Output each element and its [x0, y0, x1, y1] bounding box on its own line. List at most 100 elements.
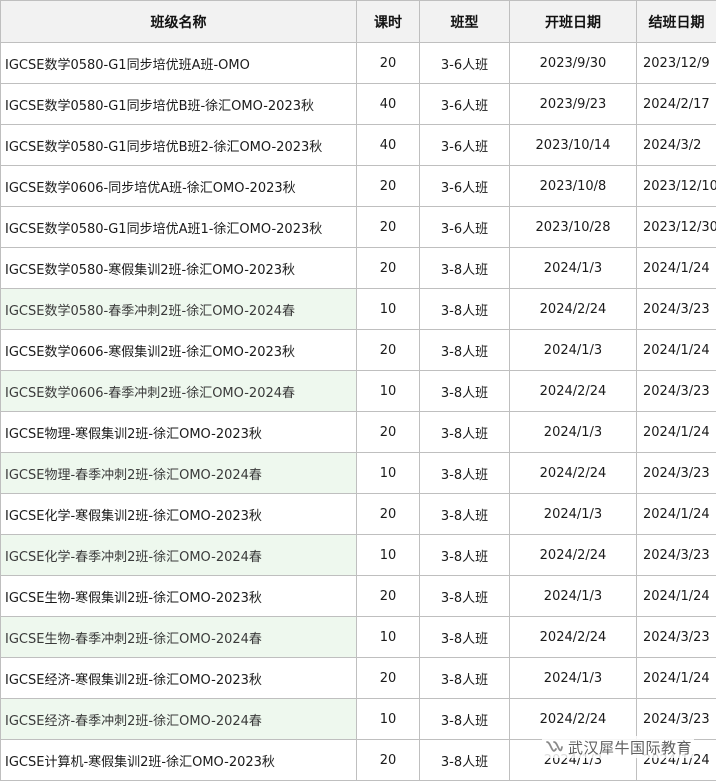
cell-class-name: IGCSE生物-春季冲刺2班-徐汇OMO-2024春 [1, 617, 357, 658]
cell-class-type: 3-8人班 [420, 658, 510, 699]
cell-class-name: IGCSE物理-春季冲刺2班-徐汇OMO-2024春 [1, 453, 357, 494]
cell-start-date: 2024/1/3 [510, 494, 637, 535]
cell-hours: 40 [357, 84, 420, 125]
cell-class-name: IGCSE数学0606-同步培优A班-徐汇OMO-2023秋 [1, 166, 357, 207]
cell-class-type: 3-8人班 [420, 453, 510, 494]
cell-hours: 10 [357, 699, 420, 740]
class-schedule-table: 班级名称 课时 班型 开班日期 结班日期 IGCSE数学0580-G1同步培优班… [0, 0, 716, 781]
header-start-date: 开班日期 [510, 1, 637, 43]
cell-end-date: 2024/3/23 [637, 535, 716, 576]
cell-class-name: IGCSE计算机-寒假集训2班-徐汇OMO-2023秋 [1, 740, 357, 781]
cell-class-type: 3-6人班 [420, 125, 510, 166]
cell-end-date: 2024/1/24 [637, 248, 716, 289]
cell-end-date: 2024/3/23 [637, 617, 716, 658]
cell-class-name: IGCSE数学0606-春季冲刺2班-徐汇OMO-2024春 [1, 371, 357, 412]
cell-class-name: IGCSE数学0580-春季冲刺2班-徐汇OMO-2024春 [1, 289, 357, 330]
cell-end-date: 2024/3/2 [637, 125, 716, 166]
cell-start-date: 2023/9/23 [510, 84, 637, 125]
cell-hours: 20 [357, 248, 420, 289]
cell-class-type: 3-6人班 [420, 43, 510, 84]
cell-end-date: 2024/3/23 [637, 289, 716, 330]
cell-hours: 20 [357, 330, 420, 371]
cell-class-type: 3-8人班 [420, 740, 510, 781]
table-row: IGCSE数学0580-寒假集训2班-徐汇OMO-2023秋203-8人班202… [1, 248, 716, 289]
cell-hours: 20 [357, 166, 420, 207]
cell-class-type: 3-6人班 [420, 207, 510, 248]
cell-class-type: 3-8人班 [420, 371, 510, 412]
cell-class-type: 3-8人班 [420, 699, 510, 740]
cell-class-type: 3-8人班 [420, 535, 510, 576]
cell-class-type: 3-8人班 [420, 289, 510, 330]
cell-start-date: 2024/2/24 [510, 453, 637, 494]
table-row: IGCSE数学0580-G1同步培优B班-徐汇OMO-2023秋403-6人班2… [1, 84, 716, 125]
cell-class-name: IGCSE数学0606-寒假集训2班-徐汇OMO-2023秋 [1, 330, 357, 371]
table-row: IGCSE物理-春季冲刺2班-徐汇OMO-2024春103-8人班2024/2/… [1, 453, 716, 494]
cell-start-date: 2024/1/3 [510, 412, 637, 453]
cell-start-date: 2023/9/30 [510, 43, 637, 84]
cell-class-type: 3-8人班 [420, 617, 510, 658]
cell-start-date: 2024/2/24 [510, 535, 637, 576]
table-row: IGCSE数学0580-G1同步培优A班1-徐汇OMO-2023秋203-6人班… [1, 207, 716, 248]
cell-end-date: 2024/1/24 [637, 658, 716, 699]
cell-class-type: 3-6人班 [420, 166, 510, 207]
header-class-name: 班级名称 [1, 1, 357, 43]
cell-hours: 10 [357, 617, 420, 658]
cell-end-date: 2023/12/30 [637, 207, 716, 248]
cell-hours: 10 [357, 289, 420, 330]
cell-class-name: IGCSE数学0580-G1同步培优班A班-OMO [1, 43, 357, 84]
cell-start-date: 2024/1/3 [510, 248, 637, 289]
cell-hours: 10 [357, 371, 420, 412]
cell-class-name: IGCSE数学0580-G1同步培优B班2-徐汇OMO-2023秋 [1, 125, 357, 166]
table-row: IGCSE经济-寒假集训2班-徐汇OMO-2023秋203-8人班2024/1/… [1, 658, 716, 699]
cell-end-date: 2023/12/9 [637, 43, 716, 84]
cell-hours: 20 [357, 494, 420, 535]
cell-hours: 40 [357, 125, 420, 166]
watermark: 武汉犀牛国际教育 [542, 736, 694, 758]
cell-class-name: IGCSE生物-寒假集训2班-徐汇OMO-2023秋 [1, 576, 357, 617]
cell-start-date: 2024/2/24 [510, 699, 637, 740]
table-row: IGCSE数学0580-春季冲刺2班-徐汇OMO-2024春103-8人班 202… [1, 289, 716, 330]
table-row: IGCSE物理-寒假集训2班-徐汇OMO-2023秋203-8人班2024/1/… [1, 412, 716, 453]
cell-start-date: 2024/2/24 [510, 617, 637, 658]
cell-start-date: 2024/2/24 [510, 371, 637, 412]
cell-hours: 20 [357, 740, 420, 781]
cell-class-type: 3-8人班 [420, 412, 510, 453]
table-body: IGCSE数学0580-G1同步培优班A班-OMO203-6人班2023/9/3… [1, 43, 716, 781]
cell-class-name: IGCSE数学0580-G1同步培优A班1-徐汇OMO-2023秋 [1, 207, 357, 248]
header-hours: 课时 [357, 1, 420, 43]
cell-hours: 20 [357, 576, 420, 617]
table-row: IGCSE经济-春季冲刺2班-徐汇OMO-2024春103-8人班2024/2/… [1, 699, 716, 740]
table-row: IGCSE化学-寒假集训2班-徐汇OMO-2023秋203-8人班2024/1/… [1, 494, 716, 535]
table-row: IGCSE数学0580-G1同步培优B班2-徐汇OMO-2023秋403-6人班… [1, 125, 716, 166]
cell-end-date: 2024/1/24 [637, 330, 716, 371]
cell-end-date: 2024/2/17 [637, 84, 716, 125]
cell-start-date: 2023/10/28 [510, 207, 637, 248]
cell-class-type: 3-8人班 [420, 248, 510, 289]
table-row: IGCSE生物-寒假集训2班-徐汇OMO-2023秋203-8人班 2024/1/… [1, 576, 716, 617]
wechat-channel-icon [544, 739, 564, 755]
cell-start-date: 2023/10/8 [510, 166, 637, 207]
cell-hours: 20 [357, 207, 420, 248]
cell-class-type: 3-8人班 [420, 576, 510, 617]
cell-start-date: 2024/1/3 [510, 330, 637, 371]
table-row: IGCSE数学0606-同步培优A班-徐汇OMO-2023秋203-6人班202… [1, 166, 716, 207]
header-end-date: 结班日期 [637, 1, 716, 43]
cell-end-date: 2024/1/24 [637, 576, 716, 617]
table-row: IGCSE数学0606-春季冲刺2班-徐汇OMO-2024春103-8人班202… [1, 371, 716, 412]
table-row: IGCSE生物-春季冲刺2班-徐汇OMO-2024春103-8人班2024/2/… [1, 617, 716, 658]
table-row: IGCSE数学0606-寒假集训2班-徐汇OMO-2023秋203-8人班202… [1, 330, 716, 371]
cell-start-date: 2024/1/3 [510, 658, 637, 699]
watermark-text: 武汉犀牛国际教育 [568, 737, 692, 758]
cell-class-name: IGCSE数学0580-寒假集训2班-徐汇OMO-2023秋 [1, 248, 357, 289]
cell-class-type: 3-6人班 [420, 84, 510, 125]
cell-hours: 20 [357, 412, 420, 453]
cell-end-date: 2024/3/23 [637, 371, 716, 412]
cell-class-name: IGCSE数学0580-G1同步培优B班-徐汇OMO-2023秋 [1, 84, 357, 125]
cell-end-date: 2024/1/24 [637, 412, 716, 453]
cell-end-date: 2023/12/10 [637, 166, 716, 207]
cell-hours: 10 [357, 535, 420, 576]
cell-hours: 20 [357, 658, 420, 699]
cell-hours: 20 [357, 43, 420, 84]
cell-class-name: IGCSE经济-寒假集训2班-徐汇OMO-2023秋 [1, 658, 357, 699]
cell-start-date: 2023/10/14 [510, 125, 637, 166]
